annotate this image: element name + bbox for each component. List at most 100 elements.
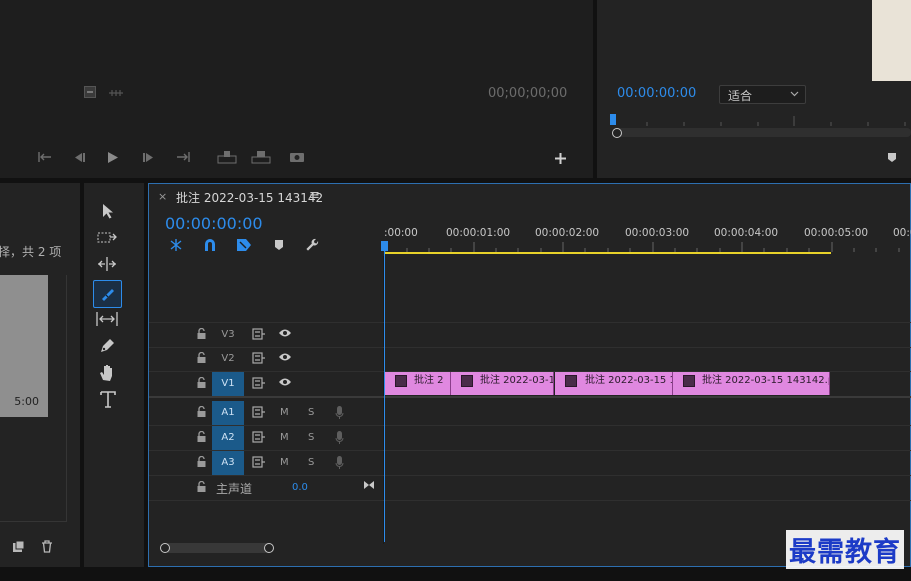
program-ruler-ticks <box>617 116 911 126</box>
step-back-icon[interactable] <box>72 152 86 163</box>
program-playhead-marker[interactable] <box>610 114 616 125</box>
track-label-v2[interactable]: V2 <box>212 347 244 371</box>
master-volume-value[interactable]: 0.0 <box>292 482 308 493</box>
eye-icon[interactable] <box>278 377 292 387</box>
lock-icon[interactable] <box>197 406 206 417</box>
mute-button[interactable]: M <box>280 401 289 425</box>
slip-tool-icon[interactable] <box>96 312 118 326</box>
type-tool-icon[interactable] <box>100 391 116 408</box>
track-label-a1[interactable]: A1 <box>212 401 244 425</box>
sync-lock-icon[interactable] <box>252 328 266 340</box>
microphone-icon[interactable] <box>335 456 344 469</box>
solo-button[interactable]: S <box>308 426 314 450</box>
timeline-timecode[interactable]: 00:00:00:00 <box>165 214 263 233</box>
lock-icon[interactable] <box>197 377 206 388</box>
track-a1[interactable]: A1 M S <box>149 401 911 426</box>
trash-icon[interactable] <box>41 540 53 553</box>
ripple-edit-tool-icon[interactable] <box>97 257 117 271</box>
clip-label: 批注 2022-03-15 143142.png <box>702 375 829 386</box>
mute-button[interactable]: M <box>280 426 289 450</box>
program-timecode[interactable]: 00:00:00:00 <box>617 86 696 101</box>
nest-sequence-icon[interactable] <box>168 238 184 252</box>
sync-lock-icon[interactable] <box>252 456 266 468</box>
zoom-scrollbar[interactable] <box>163 543 273 553</box>
go-to-out-icon[interactable] <box>176 151 190 163</box>
playhead-line[interactable] <box>384 248 385 542</box>
go-to-in-icon[interactable] <box>38 151 52 163</box>
fit-select[interactable]: 适合 <box>719 85 806 104</box>
sequence-tab-title[interactable]: 批注 2022-03-15 143142 <box>176 189 323 206</box>
lock-icon[interactable] <box>197 481 206 492</box>
settings-square-icon[interactable] <box>84 86 96 98</box>
lock-icon[interactable] <box>197 352 206 363</box>
clip-1[interactable]: 批注 2 <box>385 372 451 395</box>
export-frame-icon[interactable] <box>289 151 305 163</box>
project-panel: 择，共 2 项 5:00 <box>0 183 80 567</box>
sync-lock-icon[interactable] <box>252 431 266 443</box>
hand-tool-icon[interactable] <box>99 364 115 381</box>
ruler-label-6: 00:0 <box>893 227 911 239</box>
step-forward-icon[interactable] <box>142 152 156 163</box>
eye-icon[interactable] <box>278 352 292 362</box>
track-v3[interactable]: V3 <box>149 322 911 348</box>
clip-label: 批注 2022-03-15 <box>480 375 554 386</box>
close-icon[interactable]: × <box>158 190 167 203</box>
source-timecode[interactable]: 00;00;00;00 <box>488 86 567 101</box>
master-track-label: 主声道 <box>216 482 253 496</box>
linked-selection-icon[interactable] <box>236 238 252 252</box>
zoom-handle-right[interactable] <box>264 543 274 553</box>
razor-tool-icon <box>99 286 116 302</box>
panel-menu-icon[interactable]: ≡ <box>309 188 320 203</box>
solo-button[interactable]: S <box>308 401 314 425</box>
track-label-v1[interactable]: V1 <box>212 372 244 396</box>
work-area-bar[interactable] <box>384 252 831 254</box>
wrench-icon[interactable] <box>305 238 320 253</box>
sync-lock-icon[interactable] <box>252 352 266 364</box>
mute-button[interactable]: M <box>280 451 289 475</box>
ruler-label-4: 00:00:04:00 <box>714 227 779 239</box>
track-label-a3[interactable]: A3 <box>212 451 244 475</box>
new-item-icon[interactable] <box>13 541 24 552</box>
eye-icon[interactable] <box>278 328 292 338</box>
ruler-label-1: 00:00:01:00 <box>446 227 511 239</box>
program-scrub-handle[interactable] <box>612 128 622 138</box>
ruler-label-0: :00:00 <box>384 227 418 239</box>
clip-2[interactable]: 批注 2022-03-15 <box>451 372 554 395</box>
fx-badge-icon <box>683 375 695 387</box>
razor-tool-button[interactable] <box>93 280 122 308</box>
microphone-icon[interactable] <box>335 431 344 444</box>
frame-markers-icon[interactable] <box>108 88 124 98</box>
track-label-v3[interactable]: V3 <box>212 323 244 347</box>
program-monitor-panel: 00:00:00:00 适合 <box>597 0 911 178</box>
lock-icon[interactable] <box>197 456 206 467</box>
sync-lock-icon[interactable] <box>252 406 266 418</box>
project-list-frame <box>0 275 67 522</box>
zoom-handle-left[interactable] <box>160 543 170 553</box>
solo-button[interactable]: S <box>308 451 314 475</box>
track-select-tool-icon[interactable] <box>97 231 117 245</box>
track-v2[interactable]: V2 <box>149 347 911 372</box>
lock-icon[interactable] <box>197 328 206 339</box>
selection-tool-icon[interactable] <box>101 203 115 219</box>
clip-4[interactable]: 批注 2022-03-15 143142.png <box>673 372 830 395</box>
track-master[interactable]: 主声道 0.0 <box>149 476 911 501</box>
track-label-a2[interactable]: A2 <box>212 426 244 450</box>
add-marker-icon[interactable] <box>887 152 897 163</box>
add-marker-icon[interactable] <box>274 239 284 251</box>
snap-magnet-icon[interactable] <box>203 238 217 252</box>
track-a2[interactable]: A2 M S <box>149 426 911 451</box>
play-icon[interactable] <box>107 151 119 164</box>
expand-tracks-icon[interactable] <box>363 480 375 490</box>
source-monitor-panel: 00;00;00;00 <box>0 0 593 178</box>
playhead-handle[interactable] <box>381 241 388 251</box>
track-a3[interactable]: A3 M S <box>149 451 911 476</box>
overwrite-icon[interactable] <box>251 150 271 164</box>
add-button-icon[interactable] <box>554 152 567 165</box>
pen-tool-icon[interactable] <box>99 338 115 354</box>
insert-icon[interactable] <box>217 150 237 164</box>
program-scrub-bar[interactable] <box>615 128 911 137</box>
microphone-icon[interactable] <box>335 406 344 419</box>
sync-lock-icon[interactable] <box>252 377 266 389</box>
clip-3[interactable]: 批注 2022-03-15 14 <box>555 372 673 395</box>
lock-icon[interactable] <box>197 431 206 442</box>
